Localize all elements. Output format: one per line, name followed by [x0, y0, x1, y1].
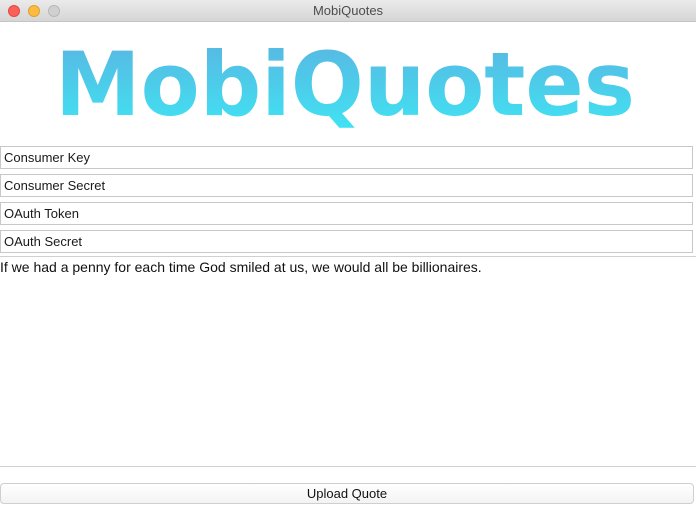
oauth-secret-field[interactable]	[0, 230, 693, 253]
consumer-key-field[interactable]	[0, 146, 693, 169]
title-bar: MobiQuotes	[0, 0, 696, 22]
logo-text: MobiQuotes	[55, 33, 635, 136]
logo: MobiQuotes	[0, 30, 696, 142]
quote-text-area[interactable]: If we had a penny for each time God smil…	[0, 256, 696, 467]
quote-text: If we had a penny for each time God smil…	[0, 259, 482, 275]
logo-graphic: MobiQuotes	[55, 33, 635, 136]
window-title: MobiQuotes	[312, 3, 384, 18]
app-window: MobiQuotes MobiQuotes If we had a penny …	[0, 0, 696, 517]
oauth-token-field[interactable]	[0, 202, 693, 225]
upload-quote-button[interactable]: Upload Quote	[0, 483, 694, 504]
consumer-secret-field[interactable]	[0, 174, 693, 197]
